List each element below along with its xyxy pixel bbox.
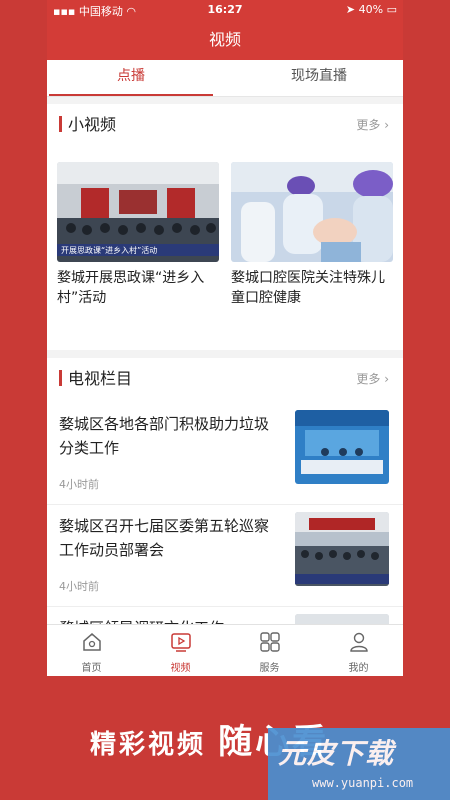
- section-title: 小视频: [59, 104, 116, 146]
- video-icon: [171, 633, 191, 652]
- nav-label: 首页: [81, 663, 102, 674]
- grid-icon: [260, 632, 280, 652]
- chevron-right-icon: ›: [384, 372, 389, 386]
- video-caption: 婺城口腔医院关注特殊儿童口腔健康: [231, 270, 385, 306]
- battery-status: ➤ 40% ▭: [345, 3, 397, 16]
- nav-label: 视频: [170, 663, 191, 674]
- chevron-right-icon: ›: [384, 118, 389, 132]
- phone-screen: ▪▪▪ 中国移动 ◠ 16:27 ➤ 40% ▭ 视频 点播 现场直播 小视频 …: [47, 0, 403, 676]
- nav-services[interactable]: 服务: [225, 625, 314, 676]
- list-item[interactable]: 婺城区召开七届区委第五轮巡察工作动员部署会 4小时前: [47, 506, 403, 607]
- tab-live[interactable]: 现场直播: [245, 60, 393, 94]
- tab-bar: 点播 现场直播: [47, 60, 403, 97]
- bottom-nav: 首页 视频 服务 我的: [47, 624, 403, 676]
- more-link[interactable]: 更多 ›: [356, 358, 389, 400]
- watermark-url: www.yuanpi.com: [312, 776, 414, 790]
- video-card[interactable]: 开展思政课“进乡入村”活动 婺城开展思政课“进乡入村”活动: [57, 162, 219, 308]
- video-card[interactable]: 婺城口腔医院关注特殊儿童口腔健康: [231, 162, 393, 308]
- short-video-section: 小视频 更多 › 开展思政课“进乡入村”活动 婺城开展思政课“进乡入村”活动 婺…: [47, 104, 403, 350]
- nav-label: 服务: [259, 663, 280, 674]
- nav-profile[interactable]: 我的: [314, 625, 403, 676]
- nav-home[interactable]: 首页: [47, 625, 136, 676]
- item-title: 婺城区各地各部门积极助力垃圾分类工作: [59, 415, 270, 457]
- video-caption: 婺城开展思政课“进乡入村”活动: [57, 270, 205, 306]
- nav-video[interactable]: 视频: [136, 625, 225, 676]
- nav-label: 我的: [348, 663, 369, 674]
- video-thumbnail: 开展思政课“进乡入村”活动: [57, 162, 219, 262]
- tab-vod[interactable]: 点播: [49, 60, 213, 96]
- item-title: 婺城区召开七届区委第五轮巡察工作动员部署会: [59, 517, 270, 559]
- thumbnail-overlay-text: 开展思政课“进乡入村”活动: [61, 245, 157, 255]
- watermark-logo: 元皮下载 www.yuanpi.com: [268, 728, 450, 800]
- home-icon: [83, 633, 101, 651]
- video-thumbnail: [231, 162, 393, 262]
- status-bar: ▪▪▪ 中国移动 ◠ 16:27 ➤ 40% ▭: [47, 0, 403, 20]
- watermark-name: 元皮下载: [278, 737, 395, 770]
- page-title: 视频: [47, 20, 403, 60]
- item-thumbnail: [295, 410, 389, 484]
- item-time: 4小时前: [59, 478, 99, 491]
- user-icon: [350, 632, 368, 652]
- item-time: 4小时前: [59, 580, 99, 593]
- location-icon: ➤: [345, 3, 359, 16]
- tv-column-section: 电视栏目 更多 › 婺城区各地各部门积极助力垃圾分类工作 4小时前 婺城区召开七…: [47, 358, 403, 676]
- section-title: 电视栏目: [59, 358, 132, 400]
- more-link[interactable]: 更多 ›: [356, 104, 389, 146]
- battery-icon: ▭: [386, 3, 397, 16]
- list-item[interactable]: 婺城区各地各部门积极助力垃圾分类工作 4小时前: [47, 404, 403, 505]
- item-thumbnail: [295, 512, 389, 586]
